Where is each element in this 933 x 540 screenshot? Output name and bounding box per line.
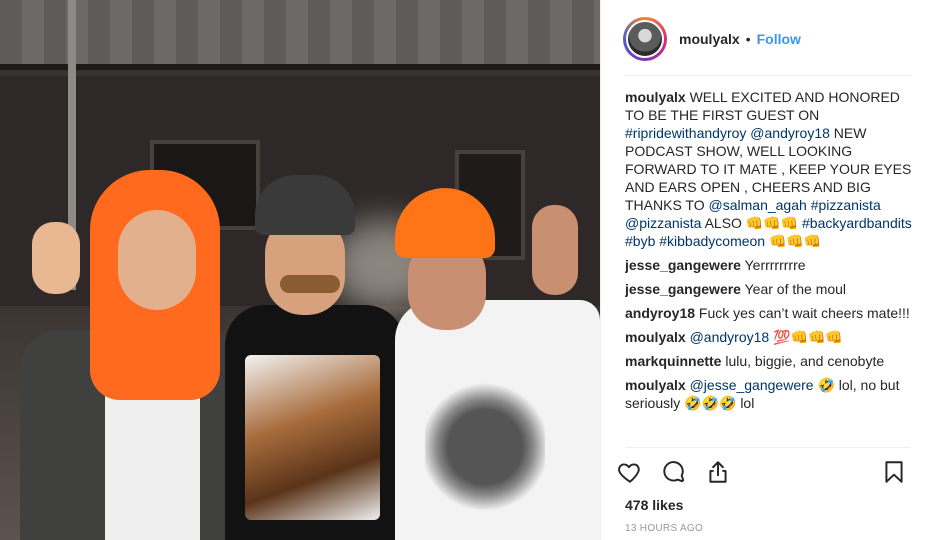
avatar[interactable] (623, 16, 667, 61)
person-left-peace-hand (32, 222, 80, 294)
comment-link[interactable]: @andyroy18 (750, 125, 830, 141)
comment-username[interactable]: andyroy18 (625, 305, 695, 321)
person-right-peace-hand (532, 205, 578, 295)
comment-link[interactable]: #backyardbandits (802, 215, 912, 231)
heart-icon (618, 463, 640, 483)
comment-link[interactable]: #byb (625, 233, 655, 249)
post-header: moulyalx • Follow (601, 0, 933, 77)
comment-username[interactable]: markquinnette (625, 353, 721, 369)
header-username[interactable]: moulyalx (679, 31, 740, 47)
header-divider (625, 75, 911, 76)
share-button[interactable] (705, 459, 731, 485)
person-middle-hat (255, 175, 355, 235)
comment-button[interactable] (661, 459, 687, 485)
comment-link[interactable]: #ripridewithandyroy (625, 125, 746, 141)
comment-item: andyroy18 Fuck yes can’t wait cheers mat… (625, 304, 915, 322)
like-button[interactable] (617, 459, 643, 485)
comment-text: Year of the moul (740, 281, 847, 297)
comment-username[interactable]: moulyalx (625, 89, 686, 105)
comment-item: moulyalx @andyroy18 💯👊👊👊 (625, 328, 915, 346)
header-separator: • (745, 30, 751, 47)
comment-username[interactable]: jesse_gangewere (625, 257, 741, 273)
post-timestamp[interactable]: 13 HOURS AGO (625, 523, 703, 534)
comment-username[interactable]: moulyalx (625, 329, 686, 345)
photo-roof (0, 0, 600, 70)
person-left-face (118, 210, 196, 310)
instagram-post: moulyalx • Follow moulyalx WELL EXCITED … (0, 0, 933, 540)
person-right-shirt-print (425, 375, 545, 535)
comment-text: ALSO 👊👊👊 (701, 215, 803, 231)
follow-button[interactable]: Follow (757, 31, 801, 47)
save-button[interactable] (881, 459, 907, 485)
bookmark-icon (885, 461, 903, 483)
comment-username[interactable]: moulyalx (625, 377, 686, 393)
comment-text: Yerrrrrrrre (740, 257, 806, 273)
comment-text: Fuck yes can’t wait cheers mate!!! (695, 305, 910, 321)
comment-item: markquinnette lulu, biggie, and cenobyte (625, 352, 915, 370)
comment-item: jesse_gangewere Year of the moul (625, 280, 915, 298)
person-middle-shirt-print (245, 355, 380, 520)
comment-item: moulyalx WELL EXCITED AND HONORED TO BE … (625, 88, 915, 250)
comment-link[interactable]: @pizzanista (625, 215, 701, 231)
comment-text: 👊👊👊 (765, 233, 822, 249)
share-icon (709, 461, 727, 483)
comments-list[interactable]: moulyalx WELL EXCITED AND HONORED TO BE … (625, 88, 915, 444)
comment-link[interactable]: @salman_agah (709, 197, 807, 213)
comment-text: lulu, biggie, and cenobyte (721, 353, 885, 369)
comment-item: moulyalx @jesse_gangewere 🤣 lol, no but … (625, 376, 915, 412)
comment-link[interactable]: #pizzanista (811, 197, 881, 213)
post-photo[interactable] (0, 0, 600, 540)
actions-divider (625, 447, 911, 448)
comment-username[interactable]: jesse_gangewere (625, 281, 741, 297)
comment-icon (663, 461, 685, 483)
comment-link[interactable]: #kibbadycomeon (659, 233, 765, 249)
post-side-panel: moulyalx • Follow moulyalx WELL EXCITED … (600, 0, 933, 540)
comment-link[interactable]: @jesse_gangewere (690, 377, 814, 393)
likes-count[interactable]: 478 likes (625, 497, 683, 513)
comment-text: 💯👊👊👊 (769, 329, 843, 345)
person-middle-mustache (280, 275, 340, 293)
comment-item: jesse_gangewere Yerrrrrrrre (625, 256, 915, 274)
comment-link[interactable]: @andyroy18 (690, 329, 770, 345)
avatar-image (626, 19, 664, 58)
